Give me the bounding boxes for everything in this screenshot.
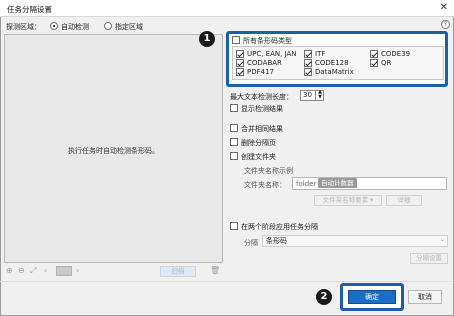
trash-icon[interactable]: 🗑 bbox=[210, 266, 220, 275]
chevron-down-icon[interactable]: ⌄ bbox=[440, 236, 445, 243]
label-pdf417: PDF417 bbox=[247, 68, 274, 76]
scan-button[interactable]: 扫描 bbox=[160, 266, 196, 277]
next-page-icon[interactable]: › bbox=[76, 266, 79, 275]
create-folder-label: 创建文件夹 bbox=[241, 153, 276, 161]
two-stage-checkbox[interactable] bbox=[230, 222, 238, 230]
checkbox-qr[interactable] bbox=[370, 59, 378, 67]
label-datamatrix: DataMatrix bbox=[315, 68, 354, 76]
zoom-out-icon[interactable]: ⊖ bbox=[18, 266, 25, 275]
zoom-in-icon[interactable]: ⊕ bbox=[6, 266, 13, 275]
page-number-box[interactable] bbox=[56, 266, 72, 276]
checkbox-codabar[interactable] bbox=[236, 59, 244, 67]
separation-select-value: 条形码 bbox=[266, 237, 287, 245]
fit-icon[interactable]: ⤢ bbox=[30, 266, 36, 276]
label-itf: ITF bbox=[315, 50, 326, 58]
delete-separator-checkbox[interactable] bbox=[230, 138, 238, 146]
title-bar bbox=[0, 0, 454, 17]
details-button[interactable]: 详细 bbox=[386, 195, 422, 206]
checkbox-code39[interactable] bbox=[370, 50, 378, 58]
folder-name-prefix: folder bbox=[296, 180, 317, 188]
two-stage-label: 在两个阶段应用任务分隔 bbox=[241, 223, 318, 231]
show-result-label: 显示检测结果 bbox=[241, 105, 283, 113]
folder-name-label: 文件夹名称： bbox=[244, 181, 286, 189]
callout-badge-2: 2 bbox=[316, 289, 332, 305]
label-codabar: CODABAR bbox=[247, 59, 282, 67]
separation-select[interactable]: 条形码 bbox=[262, 235, 448, 247]
footer-divider bbox=[0, 281, 454, 282]
folder-name-elements-button[interactable]: 文件夹名称要素 ▾ bbox=[314, 195, 382, 206]
radio-auto-detect-label[interactable]: 自动检测 bbox=[61, 22, 89, 32]
all-barcode-types-label: 所有条形码类型 bbox=[243, 37, 292, 45]
checkbox-upc-ean-jan[interactable] bbox=[236, 50, 244, 58]
merge-results-checkbox[interactable] bbox=[230, 124, 238, 132]
delete-separator-label: 删除分隔页 bbox=[241, 139, 276, 147]
max-length-label: 最大文本检测长度： bbox=[230, 93, 293, 101]
max-length-stepper[interactable]: ▲ ▼ bbox=[315, 90, 324, 101]
separation-settings-button[interactable]: 分隔设置 bbox=[410, 253, 448, 264]
all-barcode-types-checkbox[interactable] bbox=[232, 36, 240, 44]
close-icon[interactable]: ✕ bbox=[440, 3, 448, 13]
preview-message: 执行任务时自动检测条形码。 bbox=[68, 147, 159, 155]
folder-name-example-label: 文件夹名称示例 bbox=[244, 167, 293, 175]
create-folder-checkbox[interactable] bbox=[230, 152, 238, 160]
help-icon[interactable]: ? bbox=[441, 20, 450, 29]
radio-auto-detect[interactable] bbox=[50, 22, 58, 30]
merge-results-label: 合并相同结果 bbox=[241, 125, 283, 133]
separation-label: 分隔 bbox=[244, 239, 258, 247]
checkbox-datamatrix[interactable] bbox=[304, 68, 312, 76]
radio-specify-area-label[interactable]: 指定区域 bbox=[115, 22, 143, 32]
previous-page-icon[interactable]: ‹ bbox=[44, 266, 47, 275]
label-qr: QR bbox=[381, 59, 392, 67]
ok-button[interactable]: 确定 bbox=[348, 290, 396, 304]
checkbox-pdf417[interactable] bbox=[236, 68, 244, 76]
detect-area-label: 探测区域： bbox=[6, 23, 41, 31]
cancel-button[interactable]: 取消 bbox=[408, 290, 442, 304]
show-result-checkbox[interactable] bbox=[230, 104, 238, 112]
callout-badge-1: 1 bbox=[199, 31, 215, 47]
checkbox-itf[interactable] bbox=[304, 50, 312, 58]
auto-counter-chip[interactable]: 自动计数器 bbox=[318, 178, 357, 188]
label-code39: CODE39 bbox=[381, 50, 411, 58]
step-down-icon[interactable]: ▼ bbox=[316, 95, 324, 100]
label-upc-ean-jan: UPC, EAN, JAN bbox=[247, 50, 297, 58]
radio-specify-area[interactable] bbox=[104, 22, 112, 30]
window-title: 任务分隔设置 bbox=[7, 5, 52, 14]
label-code128: CODE128 bbox=[315, 59, 349, 67]
checkbox-code128[interactable] bbox=[304, 59, 312, 67]
